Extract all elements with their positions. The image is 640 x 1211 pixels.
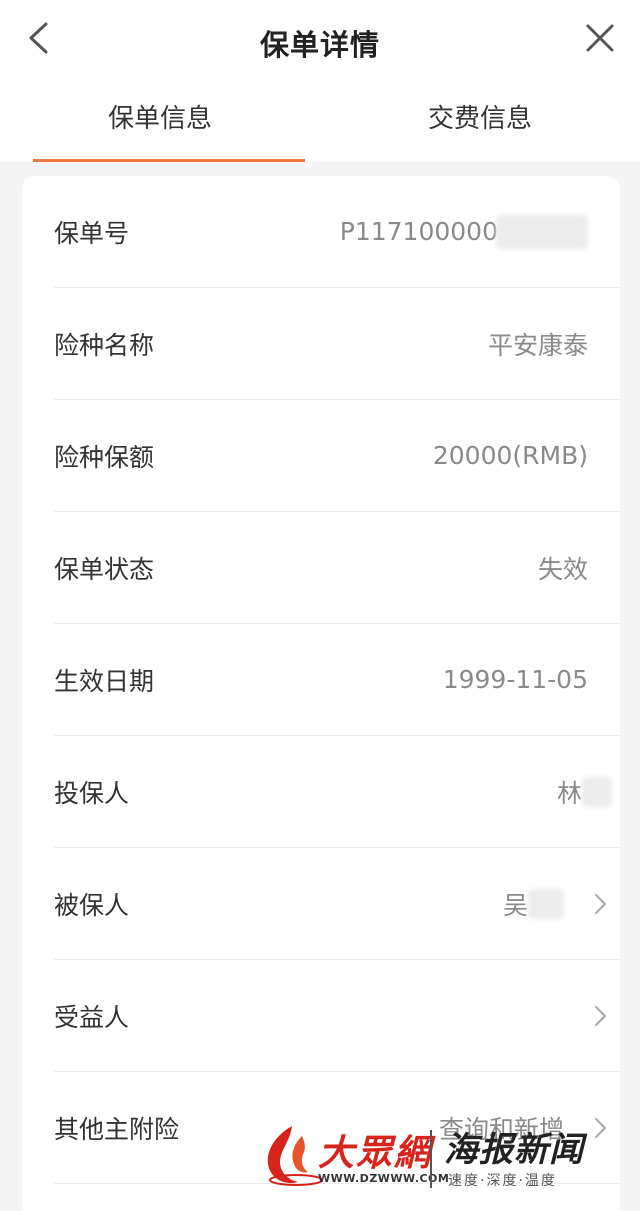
- policyholder-value: 林: [556, 778, 582, 808]
- tab-policy-info[interactable]: 保单信息: [0, 78, 320, 162]
- row-label: 投保人: [54, 778, 130, 808]
- row-value: 平安康泰: [487, 330, 588, 360]
- redacted-blur: [528, 888, 564, 919]
- tab-label: 交费信息: [427, 103, 532, 134]
- row-effective-date: 生效日期 1999-11-05: [54, 624, 620, 736]
- row-policy-status: 保单状态 失效: [54, 512, 620, 624]
- row-policyholder: 投保人 林: [54, 736, 620, 848]
- redacted-blur: [582, 776, 612, 807]
- row-value: P117100000: [339, 214, 588, 249]
- row-label: 险种保额: [54, 442, 155, 472]
- navigation-bar: 保单详情: [0, 0, 640, 78]
- row-sum-insured: 险种保额 20000(RMB): [54, 400, 620, 512]
- row-label: 被保人: [54, 890, 130, 920]
- chevron-right-icon: [594, 893, 607, 915]
- tab-payment-info[interactable]: 交费信息: [320, 78, 640, 162]
- row-label: 其他主附险: [54, 1114, 180, 1144]
- row-insured[interactable]: 被保人 吴: [54, 848, 620, 960]
- close-icon: [586, 24, 614, 52]
- row-value: 20000(RMB): [432, 441, 588, 470]
- row-label: 生效日期: [54, 666, 155, 696]
- watermark: 大眾網 WWW.DZWWW.COM 海报新闻 速度·深度·温度: [258, 1122, 598, 1202]
- row-beneficiary[interactable]: 受益人: [54, 960, 620, 1072]
- row-value: 失效: [537, 554, 588, 584]
- chevron-right-icon: [594, 1005, 607, 1027]
- policy-info-card: 保单号 P117100000 险种名称 平安康泰 险种保额 20000(RMB)…: [22, 176, 620, 1211]
- row-label: 受益人: [54, 1002, 130, 1032]
- policy-number-value: P117100000: [339, 217, 498, 246]
- watermark-divider: [430, 1130, 432, 1188]
- close-button[interactable]: [580, 18, 620, 58]
- row-policy-number: 保单号 P117100000: [54, 176, 620, 288]
- row-label: 险种名称: [54, 330, 155, 360]
- watermark-logo-text: 大眾網: [318, 1132, 433, 1174]
- row-value: 吴: [503, 886, 564, 922]
- row-label: 保单号: [54, 218, 130, 248]
- watermark-brand: 海报新闻: [444, 1130, 584, 1170]
- insured-value: 吴: [502, 890, 528, 920]
- page-title: 保单详情: [259, 28, 380, 62]
- row-label: 保单状态: [54, 554, 155, 584]
- tab-bar: 保单信息 交费信息: [0, 78, 640, 162]
- watermark-slogan: 速度·深度·温度: [448, 1173, 557, 1189]
- redacted-blur: [496, 214, 588, 249]
- row-product-name: 险种名称 平安康泰: [54, 288, 620, 400]
- row-value: 1999-11-05: [442, 665, 588, 694]
- row-value: 林: [557, 774, 612, 810]
- tab-label: 保单信息: [107, 103, 212, 134]
